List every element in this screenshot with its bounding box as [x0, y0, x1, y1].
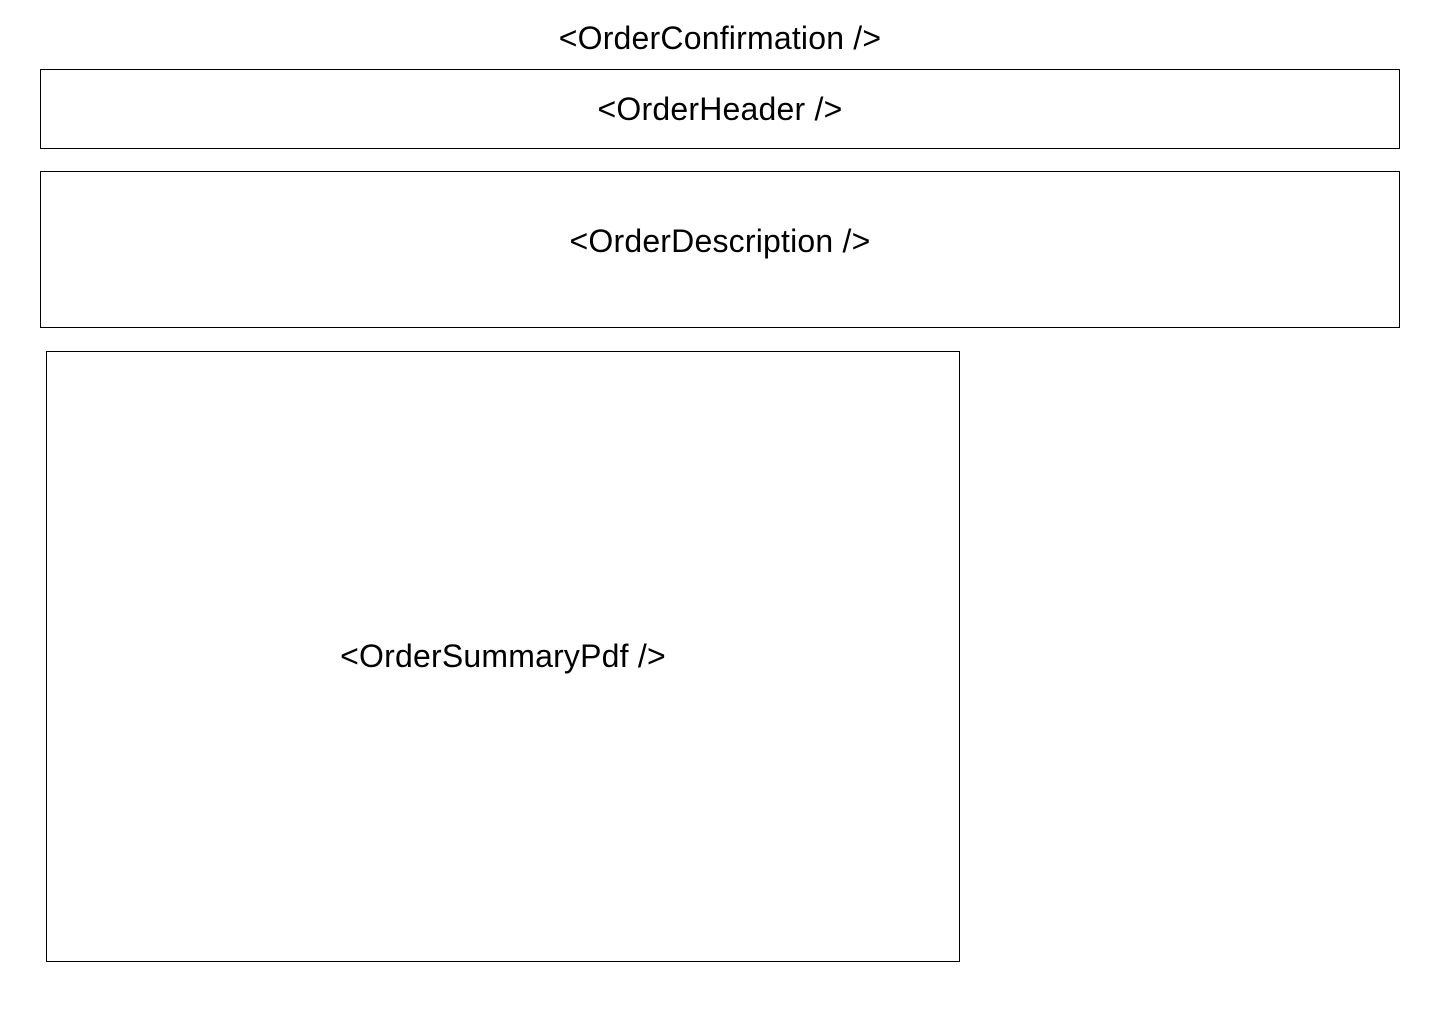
order-description-box: <OrderDescription />: [40, 171, 1400, 328]
order-header-label: <OrderHeader />: [597, 91, 843, 127]
page-title: <OrderConfirmation />: [558, 20, 882, 56]
order-summary-pdf-box: <OrderSummaryPdf />: [46, 351, 960, 962]
order-description-label: <OrderDescription />: [569, 222, 871, 259]
order-summary-pdf-label: <OrderSummaryPdf />: [340, 637, 666, 674]
order-header-box: <OrderHeader />: [40, 69, 1400, 149]
